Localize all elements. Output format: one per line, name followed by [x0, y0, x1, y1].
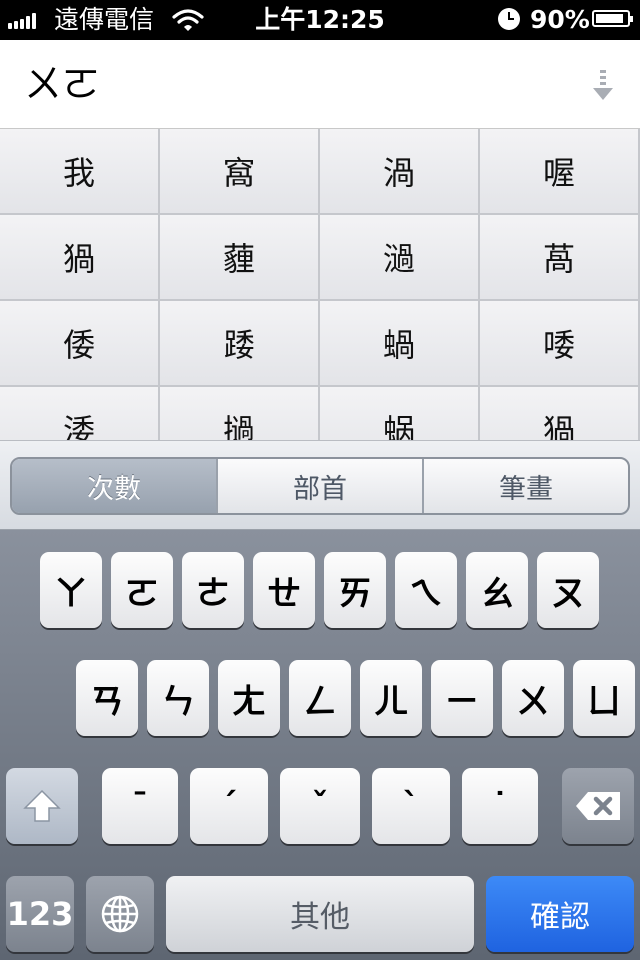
key[interactable]: ㄨ	[502, 660, 564, 736]
candidate-cell[interactable]: 猧	[0, 215, 160, 301]
candidate-cell[interactable]: 渦	[320, 129, 480, 215]
delete-key[interactable]	[562, 768, 634, 844]
collapse-arrow-icon[interactable]	[590, 68, 616, 102]
key[interactable]: ㄞ	[324, 552, 386, 628]
composing-zhuyin: ㄨㄛ	[24, 62, 101, 106]
shift-key[interactable]	[6, 768, 78, 844]
sort-by-radical-segment[interactable]: 部首	[216, 459, 422, 513]
tone-key[interactable]: ˇ	[280, 768, 360, 844]
key[interactable]: ㄛ	[111, 552, 173, 628]
candidate-cell[interactable]: 濄	[320, 215, 480, 301]
sort-segmented-control: 次數 部首 筆畫	[10, 457, 630, 515]
candidate-cell[interactable]: 我	[0, 129, 160, 215]
alarm-icon	[498, 8, 520, 30]
key[interactable]: ㄡ	[537, 552, 599, 628]
candidate-cell[interactable]: 喔	[480, 129, 640, 215]
key[interactable]: ㄜ	[182, 552, 244, 628]
zhuyin-keyboard: ㄚ ㄛ ㄜ ㄝ ㄞ ㄟ ㄠ ㄡ ㄢ ㄣ ㄤ ㄥ ㄦ ㄧ ㄨ ㄩ ˉ ˊ ˇ ˋ …	[0, 530, 640, 960]
candidate-cell[interactable]: 撾	[160, 387, 320, 440]
key[interactable]: ㄥ	[289, 660, 351, 736]
tone-key[interactable]: ˋ	[372, 768, 450, 844]
composition-bar: ㄨㄛ	[0, 40, 640, 129]
key[interactable]: ㄝ	[253, 552, 315, 628]
globe-key[interactable]	[86, 876, 154, 952]
candidate-cell[interactable]: 萵	[480, 215, 640, 301]
key[interactable]: ㄤ	[218, 660, 280, 736]
candidate-cell[interactable]: 涹	[0, 387, 160, 440]
candidate-cell[interactable]: 猧	[480, 387, 640, 440]
candidate-cell[interactable]: 蜗	[320, 387, 480, 440]
sort-toolbar: 次數 部首 筆畫	[0, 440, 640, 530]
sort-by-frequency-segment[interactable]: 次數	[12, 459, 216, 513]
key[interactable]: ㄣ	[147, 660, 209, 736]
key[interactable]: ㄠ	[466, 552, 528, 628]
key[interactable]: ㄦ	[360, 660, 422, 736]
backspace-icon	[576, 792, 620, 820]
number-mode-key[interactable]: 123	[6, 876, 74, 952]
tone-key[interactable]: ˉ	[102, 768, 178, 844]
status-bar: 遠傳電信 上午12:25 90%	[0, 0, 640, 40]
candidate-cell[interactable]: 倭	[0, 301, 160, 387]
space-key[interactable]: 其他	[166, 876, 474, 952]
sort-by-stroke-segment[interactable]: 筆畫	[422, 459, 628, 513]
globe-icon	[101, 895, 139, 933]
candidate-cell[interactable]: 薶	[160, 215, 320, 301]
key[interactable]: ㄚ	[40, 552, 102, 628]
battery-percent: 90%	[530, 5, 590, 34]
tone-key[interactable]: ˊ	[190, 768, 268, 844]
candidate-cell[interactable]: 蝸	[320, 301, 480, 387]
key[interactable]: ㄟ	[395, 552, 457, 628]
candidate-cell[interactable]: 踒	[160, 301, 320, 387]
candidate-cell[interactable]: 窩	[160, 129, 320, 215]
candidate-cell[interactable]: 唩	[480, 301, 640, 387]
confirm-key[interactable]: 確認	[486, 876, 634, 952]
battery-icon	[592, 10, 633, 27]
candidate-grid: 我 窩 渦 喔 猧 薶 濄 萵 倭 踒 蝸 唩 涹 撾 蜗 猧	[0, 129, 640, 440]
key[interactable]: ㄢ	[76, 660, 138, 736]
key[interactable]: ㄧ	[431, 660, 493, 736]
tone-key[interactable]: ˙	[462, 768, 538, 844]
key[interactable]: ㄩ	[573, 660, 635, 736]
shift-arrow-icon	[23, 789, 61, 822]
